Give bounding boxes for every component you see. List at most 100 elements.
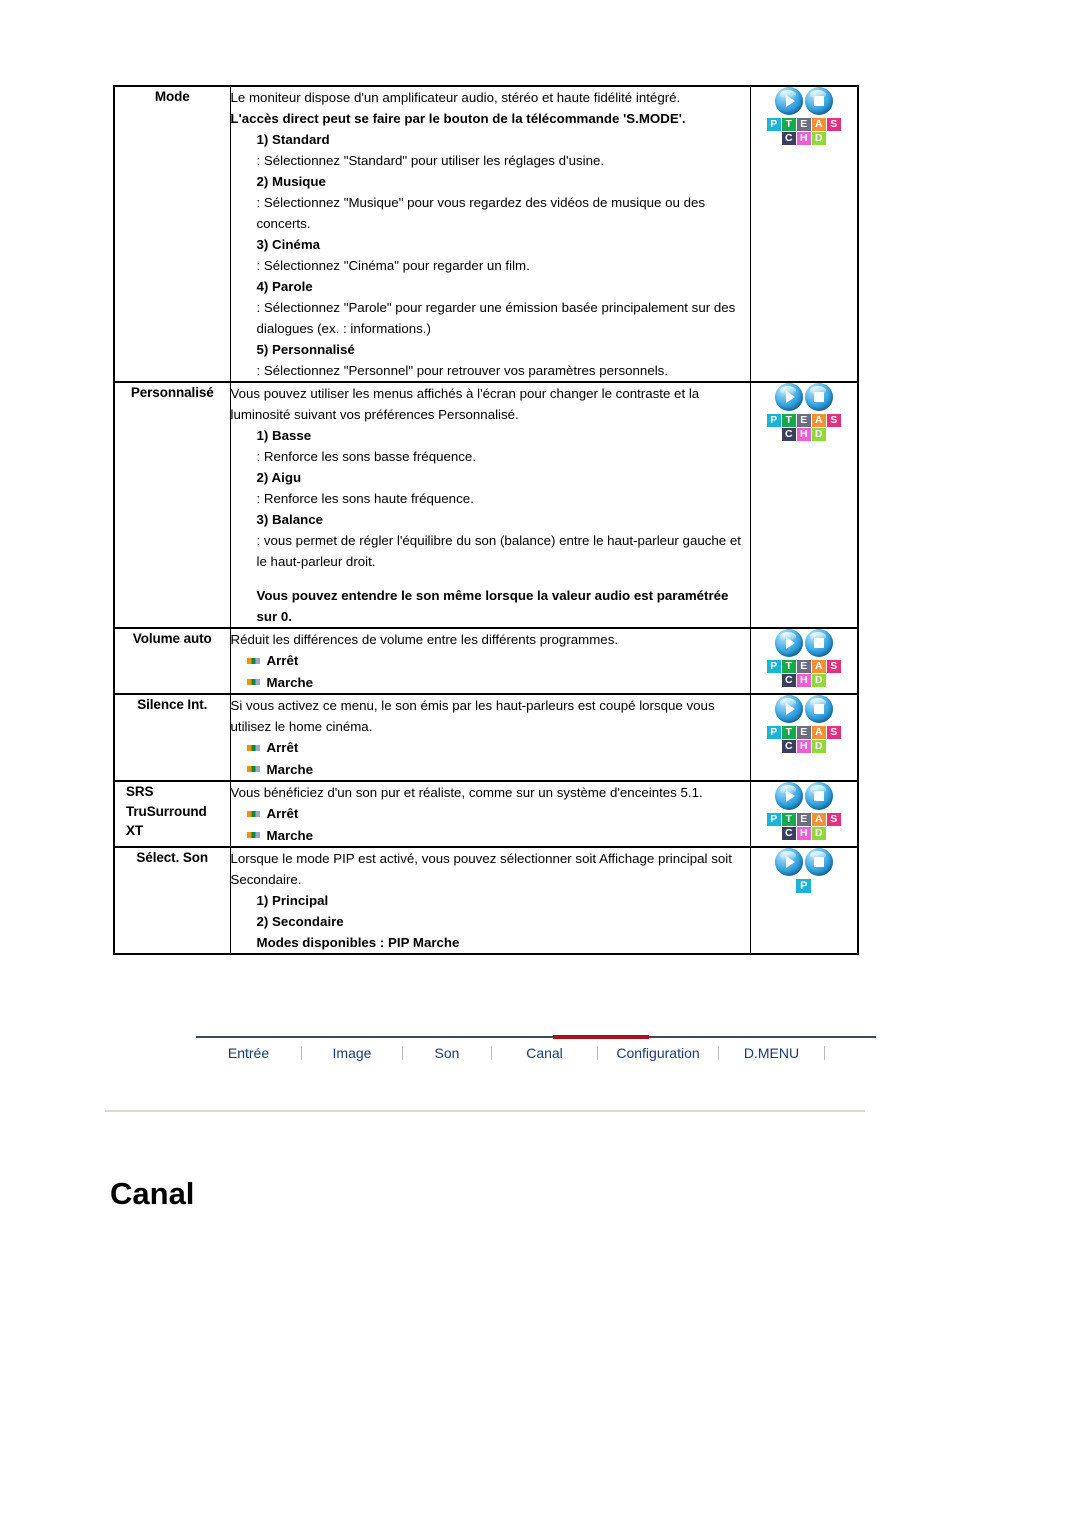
description-paragraph: Vous pouvez utiliser les menus affichés … — [230, 386, 700, 422]
row-icon-cell-5: P — [749, 846, 859, 956]
description-paragraph: L'accès direct peut se faire par le bout… — [230, 111, 686, 126]
row-description-1: Vous pouvez utiliser les menus affichés … — [229, 381, 751, 629]
play-triangle-icon — [775, 383, 803, 411]
stop-square-icon — [805, 848, 833, 876]
icon-tile-c: C — [781, 132, 796, 145]
icon-tile-e: E — [796, 726, 811, 740]
stop-square-icon — [805, 629, 833, 657]
stop-sphere-icon — [804, 695, 833, 724]
description-paragraph: 1) Basse — [256, 428, 312, 443]
icon-tile-t: T — [781, 726, 796, 740]
bottom-navigation[interactable]: Entrée Image Son Canal Configuration D.MENU — [196, 1035, 876, 1061]
description-paragraph: Lorsque le mode PIP est activé, vous pou… — [230, 851, 732, 888]
option-label: Marche — [266, 761, 314, 777]
icon-tile-a: A — [811, 660, 826, 673]
stop-sphere-icon — [804, 629, 833, 657]
icon-tile-h: H — [796, 827, 811, 841]
pteas-chd-icon: PTEASCHD — [766, 87, 841, 145]
nav-items-row: Entrée Image Son Canal Configuration D.MENU — [196, 1038, 876, 1061]
icon-tile-row: PTEAS — [766, 813, 841, 827]
table-row: Sélect. Son Lorsque le mode PIP est activ… — [113, 846, 859, 956]
play-triangle-shape — [785, 95, 795, 107]
icon-tile-h: H — [796, 674, 811, 687]
stop-square-shape — [813, 638, 824, 648]
play-sphere-icon — [774, 87, 803, 115]
description-paragraph: 5) Personnalisé — [256, 342, 355, 357]
row-icon-cell-2: PTEASCHD — [749, 626, 859, 696]
stop-square-shape — [813, 704, 824, 715]
row-label-line: Sélect. Son — [136, 850, 209, 866]
option-bullet-item: Arrêt — [246, 650, 750, 672]
description-paragraph: 1) Standard — [256, 132, 330, 147]
nav-item-configuration[interactable]: Configuration — [598, 1045, 718, 1061]
icon-tile-c: C — [781, 674, 796, 687]
description-paragraph: 2) Secondaire — [256, 914, 344, 930]
nav-item-canal[interactable]: Canal — [492, 1045, 597, 1061]
row-icon-cell-3: PTEASCHD — [749, 693, 859, 783]
option-label: Arrêt — [266, 653, 299, 668]
stop-square-icon — [805, 383, 833, 411]
option-bullet-item: Marche — [246, 672, 750, 694]
icon-tile-c: C — [781, 827, 796, 841]
table-row: Silence Int. Si vous activez ce menu, le … — [113, 693, 859, 783]
row-description-2: Réduit les différences de volume entre l… — [229, 626, 751, 696]
icon-tile-e: E — [796, 118, 811, 131]
row-description-4: Vous bénéficiez d'un son pur et réaliste… — [229, 780, 751, 849]
row-label-line: Silence Int. — [137, 697, 208, 713]
nav-item-image[interactable]: Image — [302, 1045, 402, 1061]
row-label-line: SRS — [126, 784, 154, 800]
table-row: Volume auto Réduit les différences de vol… — [113, 626, 859, 696]
vertical-spacer — [231, 572, 750, 585]
play-triangle-shape — [785, 391, 795, 403]
icon-tile-p: P — [766, 726, 781, 740]
table-row: Mode Le moniteur dispose d'un amplificate… — [113, 85, 859, 383]
table-row: Personnalisé Vous pouvez utiliser les men… — [113, 381, 859, 629]
sphere-pair-icon — [774, 848, 833, 877]
page-title: Canal — [110, 1175, 195, 1211]
description-paragraph: : Renforce les sons haute fréquence. — [256, 491, 474, 506]
stop-square-icon — [805, 782, 833, 810]
tricolor-bullet-icon — [246, 679, 260, 686]
row-label-line: Mode — [154, 89, 190, 104]
icon-tile-p: P — [766, 660, 781, 673]
icon-tile-h: H — [796, 740, 811, 754]
nav-item-son[interactable]: Son — [403, 1045, 491, 1061]
icon-tile-row: CHD — [767, 740, 841, 754]
stop-square-shape — [813, 392, 824, 402]
description-paragraph: 3) Balance — [256, 512, 324, 527]
nav-item-entr-e[interactable]: Entrée — [196, 1045, 301, 1061]
row-description-5: Lorsque le mode PIP est activé, vous pou… — [229, 846, 751, 956]
row-icon-cell-1: PTEASCHD — [749, 381, 859, 629]
icon-tile-s: S — [826, 118, 841, 131]
icon-tile-row: CHD — [767, 132, 841, 145]
icon-tile-s: S — [826, 726, 841, 740]
description-paragraph: : Sélectionnez "Personnel" pour retrouve… — [256, 363, 669, 378]
table-row: SRS TruSurround XT Vous bénéficiez d'un son… — [113, 780, 859, 849]
play-sphere-icon — [774, 383, 803, 411]
icon-tile-a: A — [811, 726, 826, 740]
description-paragraph: : Sélectionnez "Musique" pour vous regar… — [256, 195, 706, 231]
icon-tile-d: D — [811, 132, 826, 145]
option-label: Marche — [266, 674, 314, 690]
sphere-pair-icon — [767, 695, 841, 724]
icon-tile-p: P — [766, 414, 781, 427]
stop-sphere-icon — [804, 782, 833, 811]
icon-tile-a: A — [811, 414, 826, 427]
description-paragraph: : vous permet de régler l'équilibre du s… — [256, 533, 741, 569]
tricolor-bullet-icon — [246, 832, 260, 839]
icon-tile-d: D — [811, 428, 826, 441]
icon-tile-h: H — [796, 428, 811, 441]
option-label: Arrêt — [266, 740, 299, 756]
icon-tile-row: PTEAS — [766, 660, 841, 673]
icon-tile-e: E — [796, 813, 811, 827]
row-label-5: Sélect. Son — [113, 846, 231, 956]
tricolor-bullet-icon — [246, 744, 260, 751]
nav-item-d-menu[interactable]: D.MENU — [719, 1045, 824, 1061]
play-triangle-icon — [775, 848, 803, 876]
description-paragraph: Vous bénéficiez d'un son pur et réaliste… — [230, 785, 703, 801]
stop-sphere-icon — [804, 383, 833, 411]
play-triangle-icon — [775, 87, 803, 115]
play-triangle-shape — [785, 856, 795, 869]
description-paragraph: 2) Musique — [256, 174, 326, 189]
option-bullet-item: Marche — [246, 825, 750, 847]
